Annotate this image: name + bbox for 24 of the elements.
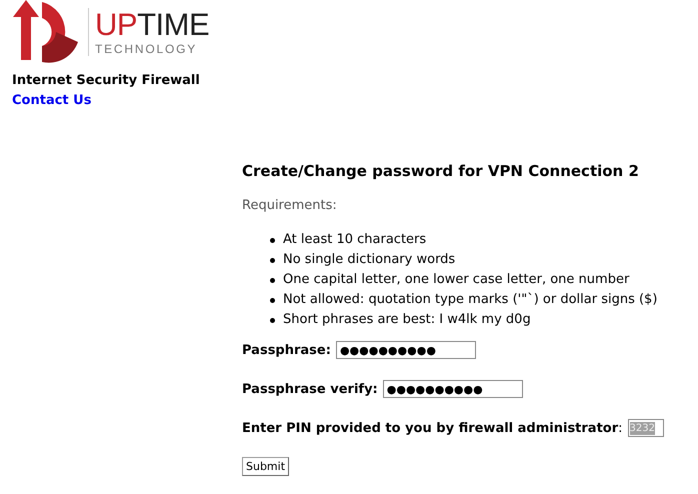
bullet-icon bbox=[270, 238, 275, 242]
colon-text: : bbox=[618, 420, 623, 436]
page-heading: Create/Change password for VPN Connection 2 bbox=[242, 162, 640, 180]
site-title: Internet Security Firewall bbox=[12, 72, 201, 90]
bullet-icon bbox=[270, 278, 275, 282]
logo-wordmark-part: UP bbox=[95, 6, 138, 42]
logo-wordmark-part: TIME bbox=[137, 6, 210, 42]
passphrase-field[interactable]: ●●●●●●●●●● bbox=[382, 380, 523, 398]
passphrase-field[interactable]: ●●●●●●●●●● bbox=[336, 341, 476, 359]
requirement-text: Not allowed: quotation type marks ('"`) or dollar signs ($) bbox=[283, 291, 658, 309]
field-label: Passphrase: bbox=[242, 342, 331, 358]
requirement-text: No single dictionary words bbox=[283, 251, 456, 269]
submit-button[interactable]: Submit bbox=[242, 457, 290, 476]
bullet-icon bbox=[270, 318, 275, 322]
logo-tagline: TECHNOLOGY bbox=[95, 42, 198, 56]
field-label: Passphrase verify: bbox=[242, 382, 378, 396]
contact-link[interactable]: Contact Us bbox=[12, 92, 92, 110]
bullet-icon bbox=[270, 298, 275, 302]
requirements-label: Requirements: bbox=[242, 198, 338, 214]
requirement-text: At least 10 characters bbox=[283, 231, 426, 249]
bullet-icon bbox=[270, 258, 275, 262]
pin-label: Enter PIN provided to you by firewall administrator bbox=[242, 420, 618, 436]
requirement-text: Short phrases are best: I w4lk my d0g bbox=[283, 311, 531, 329]
requirement-text: One capital letter, one lower case letter, one number bbox=[283, 271, 630, 289]
